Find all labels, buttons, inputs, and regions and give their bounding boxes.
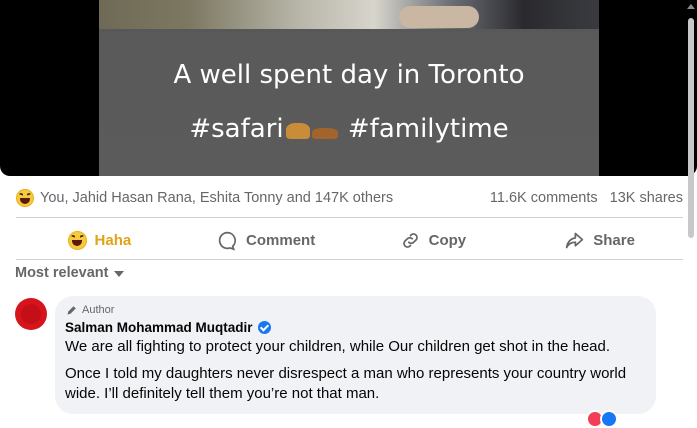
comment-reactions[interactable]: [586, 410, 626, 428]
sort-label: Most relevant: [15, 265, 109, 281]
author-badge: Author: [66, 304, 114, 316]
pen-icon: [67, 306, 76, 315]
author-badge-label: Author: [82, 304, 115, 316]
comment-sort-dropdown[interactable]: Most relevant: [15, 265, 125, 281]
hashtag-safari: #safari: [189, 114, 284, 144]
verified-badge-icon: [257, 321, 271, 334]
scroll-up-arrow-icon[interactable]: [687, 4, 695, 9]
hashtag-familytime: #familytime: [339, 114, 509, 144]
comment-text-1: We are all fighting to protect your chil…: [65, 338, 611, 355]
comments-count[interactable]: 11.6K comments: [490, 190, 598, 206]
divider: [16, 259, 683, 260]
image-caption-line1: A well spent day in Toronto: [173, 60, 525, 90]
image-caption-line2: #safari #familytime: [99, 114, 599, 144]
scrollbar-thumb[interactable]: [688, 18, 694, 238]
caret-down-icon: [114, 271, 125, 277]
share-button[interactable]: Share: [516, 222, 683, 258]
copy-button[interactable]: Copy: [350, 222, 517, 258]
copy-label: Copy: [428, 231, 467, 249]
animal-emoji-icon: [284, 119, 340, 139]
like-reaction-icon: [600, 410, 618, 428]
reactions-summary: You, Jahid Hasan Rana, Eshita Tonny and …: [16, 186, 683, 210]
comment-icon: [218, 231, 237, 251]
haha-icon: [67, 230, 87, 250]
engagement-counts: 11.6K comments 13K shares: [490, 190, 683, 206]
commenter-name[interactable]: Salman Mohammad Muqtadir: [65, 320, 271, 335]
commenter-avatar[interactable]: [15, 298, 47, 330]
comment-text-2: Once I told my daughters never disrespec…: [65, 365, 627, 402]
share-arrow-icon: [566, 232, 584, 248]
haha-react-button[interactable]: Haha: [16, 222, 183, 258]
post-media[interactable]: A well spent day in Toronto #safari #fam…: [0, 0, 697, 176]
post-image[interactable]: A well spent day in Toronto #safari #fam…: [99, 0, 599, 176]
post-action-bar: Haha Comment Copy Share: [16, 222, 683, 258]
shares-count[interactable]: 13K shares: [610, 190, 683, 206]
comment-bubble: Author Salman Mohammad Muqtadir We are a…: [55, 296, 656, 428]
link-icon: [402, 232, 418, 248]
react-label: Haha: [94, 231, 132, 249]
divider: [16, 217, 683, 218]
share-label: Share: [593, 231, 635, 249]
comment-button[interactable]: Comment: [183, 222, 350, 258]
comment-label: Comment: [246, 231, 316, 249]
photo-strip: [99, 0, 599, 29]
haha-reaction-icon[interactable]: [16, 189, 34, 207]
commenter-name-text[interactable]: Salman Mohammad Muqtadir: [65, 320, 253, 335]
reactors-text[interactable]: You, Jahid Hasan Rana, Eshita Tonny and …: [40, 190, 393, 206]
